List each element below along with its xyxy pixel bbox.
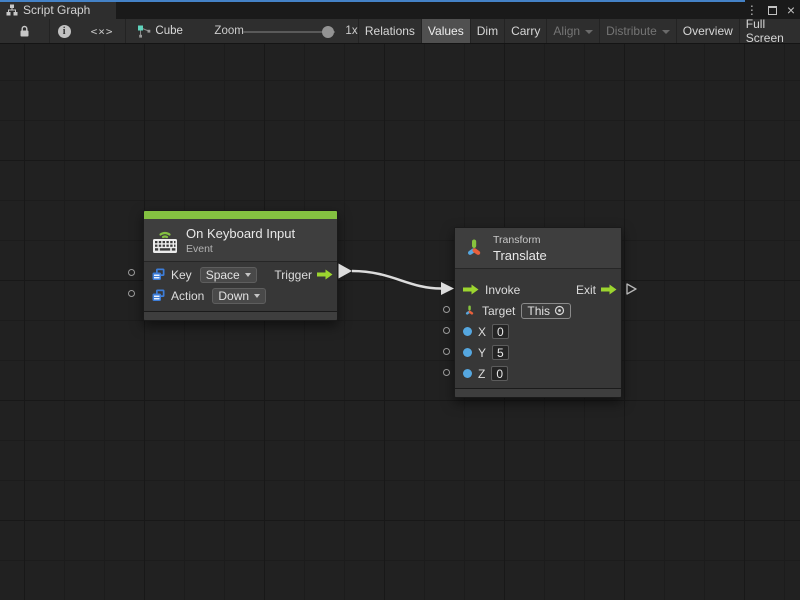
graph-toolbar: i <×> Cube Zoom 1x Relations Values Dim … (0, 19, 800, 44)
toolbar-button-dim[interactable]: Dim (470, 19, 504, 43)
toolbar-button-align[interactable]: Align (546, 19, 599, 43)
wire-source-triangle[interactable] (339, 264, 353, 279)
lock-icon (19, 25, 30, 38)
script-graph-asset-icon (137, 24, 152, 39)
flow-arrow-icon[interactable] (601, 284, 617, 295)
close-icon[interactable]: × (787, 3, 795, 17)
translate-node-category: Transform (493, 234, 547, 246)
y-input-port[interactable] (443, 348, 450, 355)
tab-bar: Script Graph ⋮ × (0, 0, 800, 19)
window-menu-icon[interactable]: ⋮ (746, 4, 758, 16)
value-port-dot (463, 369, 472, 378)
keyboard-icon (152, 226, 178, 254)
trigger-port-label: Trigger (274, 268, 312, 282)
node-footer (144, 311, 337, 320)
target-port-label: Target (482, 304, 515, 318)
chevron-down-icon (585, 30, 593, 34)
x-port-row: X 0 (455, 321, 621, 342)
toolbar-button-overview[interactable]: Overview (676, 19, 739, 43)
toolbar-button-values[interactable]: Values (421, 19, 470, 43)
event-node[interactable]: On Keyboard Input Event Key Space (143, 210, 338, 321)
z-port-row: Z 0 (455, 363, 621, 384)
target-input-port[interactable] (443, 306, 450, 313)
event-node-header[interactable]: On Keyboard Input Event (144, 219, 337, 261)
zoom-label: Zoom (214, 25, 243, 37)
target-this-chip[interactable]: This (521, 303, 571, 319)
y-port-label: Y (478, 346, 486, 360)
invoke-port-row: Invoke Exit (455, 279, 621, 300)
x-value-input[interactable]: 0 (492, 324, 509, 339)
connection-wire[interactable] (0, 44, 800, 600)
maximize-icon[interactable] (768, 6, 777, 15)
wire-arrowhead[interactable] (441, 282, 454, 295)
toolbar-button-distribute[interactable]: Distribute (599, 19, 676, 43)
translate-node-header[interactable]: Transform Translate (455, 228, 621, 268)
z-input-port[interactable] (443, 369, 450, 376)
y-port-row: Y 5 (455, 342, 621, 363)
transform-icon (463, 237, 485, 259)
key-input-port[interactable] (128, 269, 135, 276)
key-port-label: Key (171, 268, 192, 282)
target-port-row: Target This (455, 300, 621, 321)
event-accent-bar (144, 211, 337, 219)
enum-icon (152, 268, 165, 281)
value-port-dot (463, 348, 472, 357)
key-dropdown[interactable]: Space (200, 267, 257, 283)
wire-path[interactable] (352, 271, 441, 289)
chevron-down-icon (254, 294, 260, 298)
event-node-title: On Keyboard Input (186, 226, 295, 241)
exit-port-label: Exit (576, 283, 596, 297)
exit-port-triangle-icon[interactable] (625, 282, 638, 296)
tab-script-graph[interactable]: Script Graph (0, 0, 116, 19)
action-input-port[interactable] (128, 290, 135, 297)
flow-arrow-icon[interactable] (463, 284, 479, 295)
edit-source-button[interactable]: <×> (79, 19, 126, 43)
transform-icon-small (463, 304, 476, 317)
zoom-slider-knob[interactable] (322, 26, 334, 38)
zoom-value: 1x (345, 25, 357, 37)
toolbar-button-fullscreen[interactable]: Full Screen (739, 19, 800, 43)
info-icon: i (58, 25, 71, 38)
invoke-port-label: Invoke (485, 283, 520, 297)
action-port-label: Action (171, 289, 204, 303)
lock-button[interactable] (0, 19, 49, 43)
code-icon: <×> (91, 25, 114, 38)
translate-node[interactable]: Transform Translate Invoke Exit (454, 227, 622, 398)
z-port-label: Z (478, 367, 485, 381)
graph-canvas[interactable]: On Keyboard Input Event Key Space (0, 44, 800, 600)
object-picker-icon[interactable] (554, 305, 565, 316)
info-button[interactable]: i (50, 19, 79, 43)
event-node-subtitle: Event (186, 243, 295, 255)
z-value-input[interactable]: 0 (491, 366, 508, 381)
action-dropdown[interactable]: Down (212, 288, 266, 304)
toolbar-button-carry[interactable]: Carry (504, 19, 546, 43)
x-input-port[interactable] (443, 327, 450, 334)
x-port-label: X (478, 325, 486, 339)
graph-name-label[interactable]: Cube (155, 25, 183, 37)
toolbar-button-relations[interactable]: Relations (358, 19, 421, 43)
tab-title: Script Graph (23, 3, 90, 17)
node-footer (455, 388, 621, 397)
focus-accent-line (0, 0, 745, 2)
value-port-dot (463, 327, 472, 336)
enum-icon (152, 289, 165, 302)
graph-hierarchy-icon (6, 4, 18, 16)
chevron-down-icon (662, 30, 670, 34)
key-port-row: Key Space Trigger (144, 264, 337, 285)
flow-arrow-icon[interactable] (317, 269, 333, 280)
action-port-row: Action Down (144, 285, 337, 306)
chevron-down-icon (245, 273, 251, 277)
translate-node-title: Translate (493, 248, 547, 263)
y-value-input[interactable]: 5 (492, 345, 509, 360)
